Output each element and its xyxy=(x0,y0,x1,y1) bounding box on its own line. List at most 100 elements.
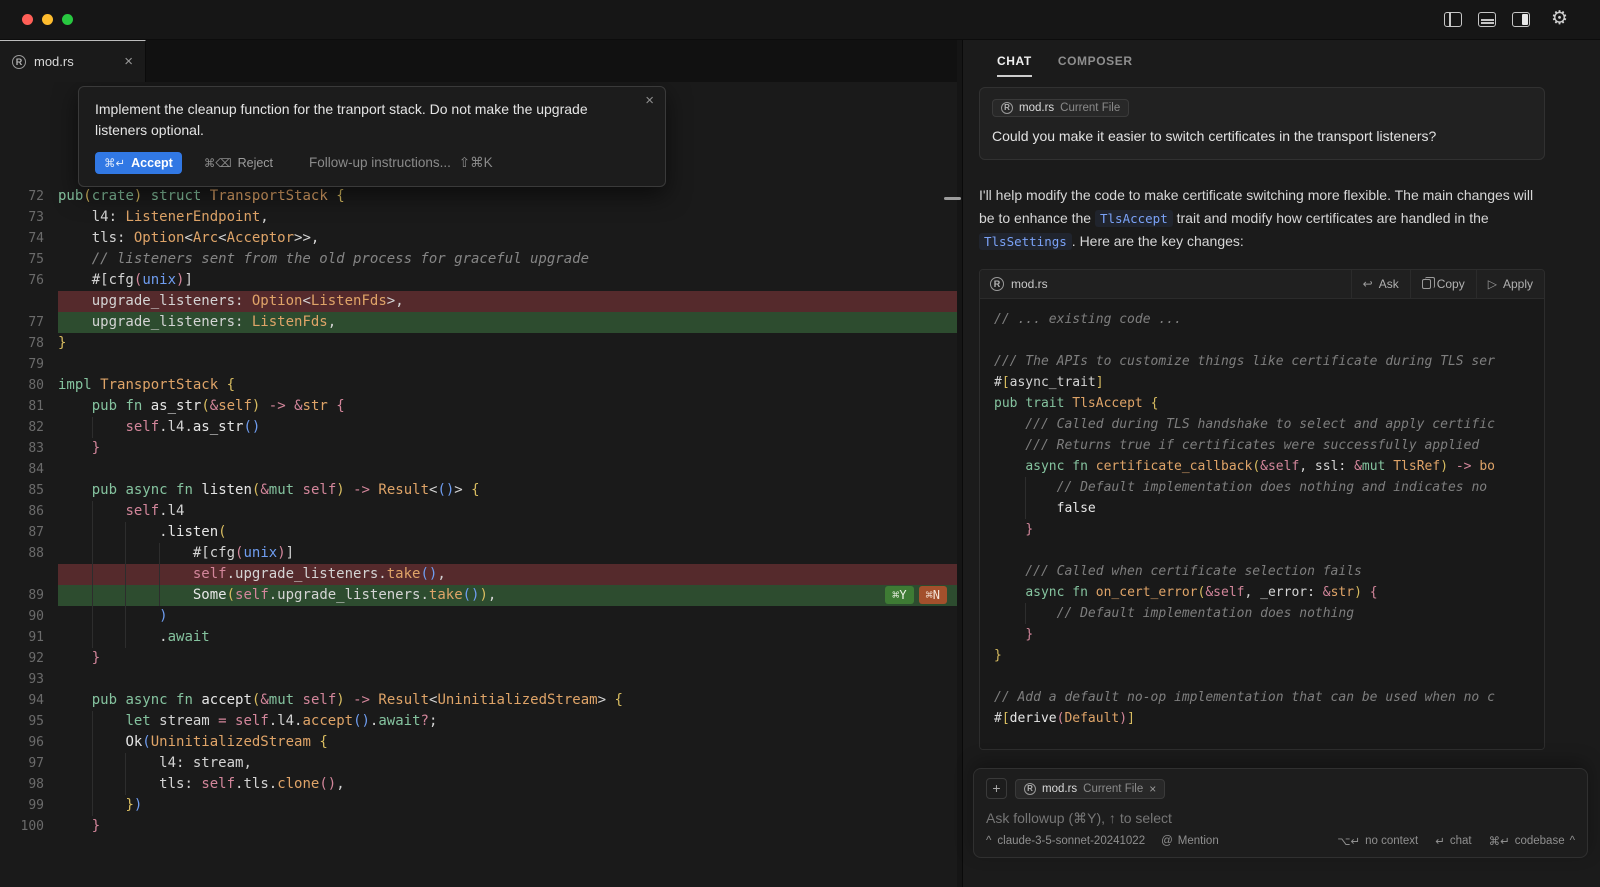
line-number[interactable]: 75 xyxy=(0,249,58,270)
line-number[interactable]: 87 xyxy=(0,522,58,543)
line-number[interactable]: 76 xyxy=(0,270,58,291)
accept-button[interactable]: ⌘↵ Accept xyxy=(95,152,182,174)
code-editor[interactable]: 72pub(crate) struct TransportStack {73 l… xyxy=(0,82,957,887)
code-line[interactable] xyxy=(994,330,1534,351)
mention-button[interactable]: Mention xyxy=(1161,835,1219,847)
code-line[interactable]: // Default implementation does nothing a… xyxy=(994,477,1534,498)
code-line[interactable]: 83 } xyxy=(0,438,957,459)
diff-reject-badge[interactable]: ⌘N xyxy=(919,586,947,604)
chat-input[interactable]: R mod.rs Current File × Ask followup (⌘Y… xyxy=(973,768,1588,858)
line-number[interactable]: 97 xyxy=(0,753,58,774)
tab-mod-rs[interactable]: R mod.rs × xyxy=(0,40,146,82)
followup-instructions-field[interactable]: Follow-up instructions... ⇧⌘K xyxy=(309,155,493,171)
line-number[interactable]: 78 xyxy=(0,333,58,354)
line-number[interactable]: 98 xyxy=(0,774,58,795)
code-line[interactable] xyxy=(994,666,1534,687)
codebase-submit-button[interactable]: ⌘↵ codebase xyxy=(1489,834,1575,848)
diff-accept-badge[interactable]: ⌘Y xyxy=(885,586,913,604)
tab-composer[interactable]: COMPOSER xyxy=(1058,54,1133,77)
code-line[interactable]: /// Returns true if certificates were su… xyxy=(994,435,1534,456)
code-line[interactable]: 100 } xyxy=(0,816,957,837)
code-line[interactable]: 78} xyxy=(0,333,957,354)
line-number[interactable]: 77 xyxy=(0,312,58,333)
code-line[interactable]: 91 .await xyxy=(0,627,957,648)
line-number[interactable]: 73 xyxy=(0,207,58,228)
line-number[interactable]: 80 xyxy=(0,375,58,396)
line-number[interactable]: 99 xyxy=(0,795,58,816)
line-number[interactable]: 81 xyxy=(0,396,58,417)
code-line[interactable]: 76 #[cfg(unix)] xyxy=(0,270,957,291)
code-line[interactable]: 81 pub fn as_str(&self) -> &str { xyxy=(0,396,957,417)
code-line[interactable]: upgrade_listeners: Option<ListenFds>, xyxy=(0,291,957,312)
input-placeholder[interactable]: Ask followup (⌘Y), ↑ to select xyxy=(986,810,1575,827)
code-line[interactable]: } xyxy=(994,519,1534,540)
code-line[interactable]: #[async_trait] xyxy=(994,372,1534,393)
code-line[interactable]: /// The APIs to customize things like ce… xyxy=(994,351,1534,372)
line-number[interactable]: 72 xyxy=(0,186,58,207)
add-context-button[interactable] xyxy=(986,778,1007,799)
code-line[interactable]: pub trait TlsAccept { xyxy=(994,393,1534,414)
line-number[interactable]: 82 xyxy=(0,417,58,438)
code-line[interactable]: 95 let stream = self.l4.accept().await?; xyxy=(0,711,957,732)
code-line[interactable]: 79 xyxy=(0,354,957,375)
code-line[interactable]: async fn certificate_callback(&self, ssl… xyxy=(994,456,1534,477)
line-number[interactable]: 96 xyxy=(0,732,58,753)
line-number[interactable]: 85 xyxy=(0,480,58,501)
code-line[interactable]: 92 } xyxy=(0,648,957,669)
code-line[interactable] xyxy=(994,540,1534,561)
code-line[interactable]: 80impl TransportStack { xyxy=(0,375,957,396)
line-number[interactable]: 90 xyxy=(0,606,58,627)
code-line[interactable]: 90 ) xyxy=(0,606,957,627)
code-line[interactable]: } xyxy=(994,624,1534,645)
line-number[interactable]: 86 xyxy=(0,501,58,522)
context-chip[interactable]: R mod.rs Current File xyxy=(992,99,1129,117)
settings-gear-icon[interactable]: ⚙ xyxy=(1551,8,1568,30)
tab-chat[interactable]: CHAT xyxy=(997,54,1032,77)
line-number[interactable]: 79 xyxy=(0,354,58,375)
window-close-button[interactable] xyxy=(22,14,33,25)
scrollbar-thumb[interactable] xyxy=(944,197,961,200)
line-number[interactable]: 94 xyxy=(0,690,58,711)
popup-close-icon[interactable]: × xyxy=(645,94,654,108)
line-number[interactable] xyxy=(0,564,58,585)
code-line[interactable]: 87 .listen( xyxy=(0,522,957,543)
toggle-panel-icon[interactable] xyxy=(1478,12,1496,27)
code-line[interactable]: 88 #[cfg(unix)] xyxy=(0,543,957,564)
toggle-secondary-sidebar-icon[interactable] xyxy=(1512,12,1530,27)
line-number[interactable]: 92 xyxy=(0,648,58,669)
line-number[interactable] xyxy=(0,291,58,312)
code-line[interactable]: 84 xyxy=(0,459,957,480)
apply-button[interactable]: ▷ Apply xyxy=(1476,270,1544,299)
window-zoom-button[interactable] xyxy=(62,14,73,25)
code-line[interactable]: 96 Ok(UninitializedStream { xyxy=(0,732,957,753)
line-number[interactable]: 91 xyxy=(0,627,58,648)
line-number[interactable]: 88 xyxy=(0,543,58,564)
code-line[interactable]: 75 // listeners sent from the old proces… xyxy=(0,249,957,270)
line-number[interactable]: 89 xyxy=(0,585,58,606)
code-line[interactable]: 89 Some(self.upgrade_listeners.take()),⌘… xyxy=(0,585,957,606)
code-line[interactable]: // Add a default no-op implementation th… xyxy=(994,687,1534,708)
chip-remove-icon[interactable]: × xyxy=(1149,782,1156,796)
code-line[interactable]: false xyxy=(994,498,1534,519)
code-line[interactable]: 86 self.l4 xyxy=(0,501,957,522)
tab-close-icon[interactable]: × xyxy=(124,55,133,69)
code-line[interactable]: 94 pub async fn accept(&mut self) -> Res… xyxy=(0,690,957,711)
code-line[interactable]: 77 upgrade_listeners: ListenFds, xyxy=(0,312,957,333)
copy-button[interactable]: Copy xyxy=(1410,270,1476,299)
code-line[interactable]: // Default implementation does nothing xyxy=(994,603,1534,624)
toggle-primary-sidebar-icon[interactable] xyxy=(1444,12,1462,27)
code-line[interactable]: /// Called when certificate selection fa… xyxy=(994,561,1534,582)
model-selector[interactable]: claude-3-5-sonnet-20241022 xyxy=(986,835,1145,847)
code-line[interactable]: 72pub(crate) struct TransportStack { xyxy=(0,186,957,207)
line-number[interactable]: 100 xyxy=(0,816,58,837)
code-line[interactable]: self.upgrade_listeners.take(), xyxy=(0,564,957,585)
ask-button[interactable]: ↩ Ask xyxy=(1351,270,1410,299)
no-context-button[interactable]: ⌥↵ no context xyxy=(1337,834,1418,848)
line-number[interactable]: 83 xyxy=(0,438,58,459)
code-line[interactable]: // ... existing code ... xyxy=(994,309,1534,330)
code-line[interactable]: 98 tls: self.tls.clone(), xyxy=(0,774,957,795)
line-number[interactable]: 95 xyxy=(0,711,58,732)
code-line[interactable]: /// Called during TLS handshake to selec… xyxy=(994,414,1534,435)
code-line[interactable]: 74 tls: Option<Arc<Acceptor>>, xyxy=(0,228,957,249)
window-minimize-button[interactable] xyxy=(42,14,53,25)
